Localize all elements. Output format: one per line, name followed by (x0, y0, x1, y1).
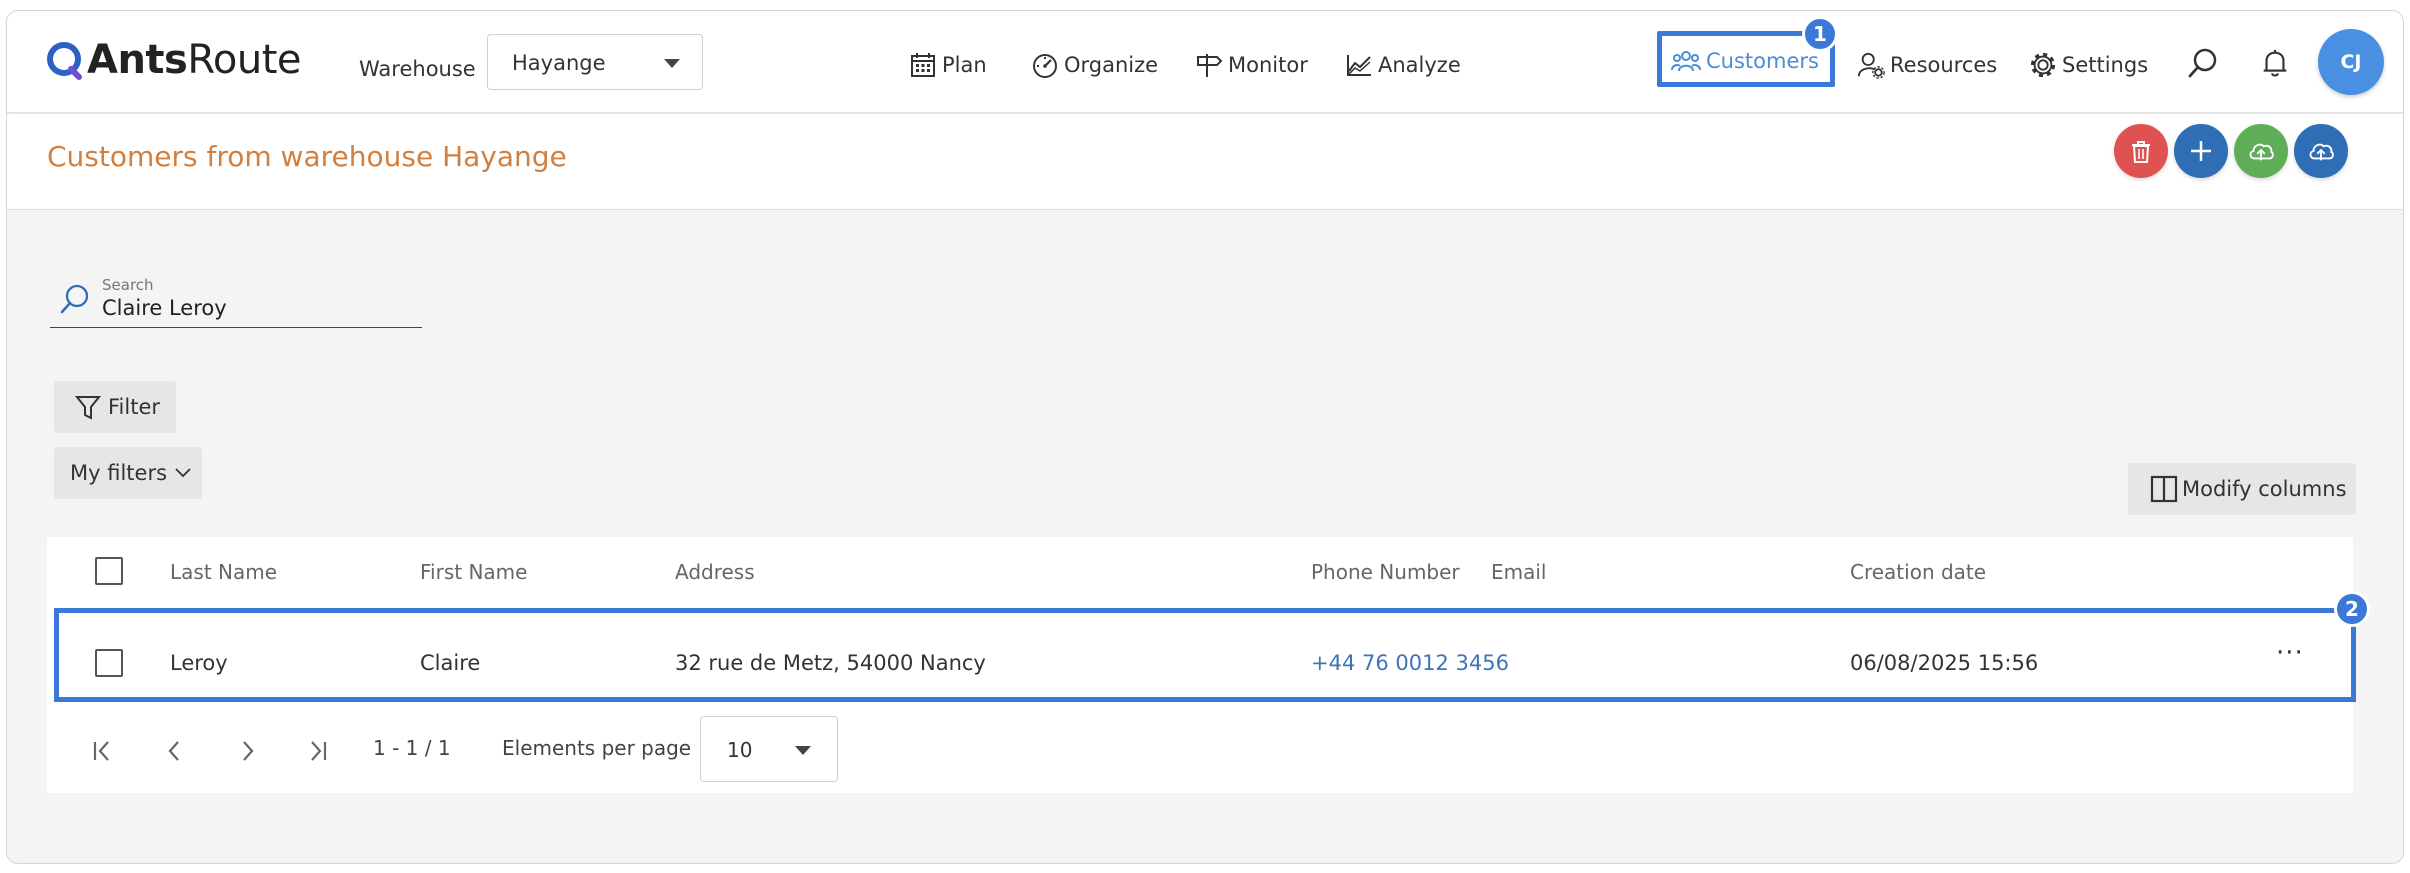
previous-page-icon[interactable] (160, 736, 190, 766)
cell-last-name: Leroy (170, 651, 228, 675)
antsroute-logo[interactable]: AntsRoute (43, 35, 301, 85)
nav-monitor-label: Monitor (1228, 53, 1308, 77)
column-header-email[interactable]: Email (1491, 560, 1547, 584)
cell-address: 32 rue de Metz, 54000 Nancy (675, 651, 986, 675)
cloud-upload-icon (2249, 143, 2274, 161)
elements-per-page-label: Elements per page (502, 736, 692, 760)
nav-analyze[interactable]: Analyze (1345, 51, 1461, 79)
nav-monitor[interactable]: Monitor (1195, 51, 1308, 79)
logo-text: AntsRoute (87, 37, 301, 83)
nav-plan-label: Plan (942, 53, 987, 77)
trash-icon (2132, 141, 2150, 163)
warehouse-select[interactable]: Hayange (487, 34, 703, 90)
cell-creation-date: 06/08/2025 15:56 (1850, 651, 2039, 675)
columns-icon (2150, 475, 2178, 503)
nav-customers-label: Customers (1706, 49, 1819, 73)
last-page-icon[interactable] (302, 736, 332, 766)
nav-resources-label: Resources (1890, 53, 1998, 77)
add-customer-button[interactable] (2174, 124, 2228, 178)
top-navigation-bar: AntsRoute Warehouse Hayange Plan Organiz… (7, 11, 2403, 113)
search-icon (2188, 48, 2217, 78)
warehouse-select-value: Hayange (512, 51, 606, 75)
cell-phone-number[interactable]: +44 76 0012 3456 (1311, 651, 1509, 675)
chevron-down-icon (175, 468, 191, 478)
plus-icon (2191, 141, 2211, 161)
my-filters-dropdown[interactable]: My filters (54, 447, 202, 499)
search-label: Search (102, 276, 154, 294)
search-input[interactable]: Claire Leroy (102, 296, 227, 320)
search-icon (60, 284, 89, 314)
elements-per-page-select[interactable]: 10 (700, 716, 838, 782)
filter-button[interactable]: Filter (54, 381, 176, 433)
first-page-icon[interactable] (88, 736, 118, 766)
column-header-creation-date[interactable]: Creation date (1850, 560, 1986, 584)
modify-columns-button[interactable]: Modify columns (2128, 463, 2356, 515)
delete-button[interactable] (2114, 124, 2168, 178)
annotation-marker-2: 2 (2334, 591, 2370, 627)
chevron-down-icon (795, 746, 811, 755)
nav-plan[interactable]: Plan (909, 51, 987, 79)
calendar-icon (911, 53, 935, 77)
pagination-range: 1 - 1 / 1 (373, 736, 451, 760)
warehouse-label: Warehouse (359, 57, 476, 81)
area-chart-icon (1347, 55, 1371, 76)
chevron-down-icon (664, 59, 680, 68)
notifications-button[interactable] (2255, 43, 2295, 83)
elements-per-page-value: 10 (727, 738, 753, 762)
row-menu-button[interactable]: ··· (2276, 638, 2304, 668)
column-header-first-name[interactable]: First Name (420, 560, 527, 584)
funnel-icon (74, 396, 102, 420)
page-title: Customers from warehouse Hayange (47, 140, 567, 173)
filter-button-label: Filter (108, 395, 161, 419)
cloud-upload-icon (2309, 143, 2334, 161)
signpost-icon (1197, 54, 1223, 77)
my-filters-label: My filters (70, 461, 168, 485)
next-page-icon[interactable] (232, 736, 262, 766)
nav-organize-label: Organize (1064, 53, 1159, 77)
antsroute-logo-icon (47, 42, 82, 80)
bell-icon (2263, 49, 2287, 77)
user-avatar[interactable]: CJ (2318, 29, 2384, 95)
column-header-address[interactable]: Address (675, 560, 755, 584)
export-button[interactable] (2294, 124, 2348, 178)
select-all-checkbox[interactable] (95, 557, 123, 585)
speedometer-icon (1033, 54, 1057, 78)
users-group-icon (1671, 51, 1701, 72)
gear-icon (2030, 52, 2056, 78)
nav-analyze-label: Analyze (1378, 53, 1461, 77)
row-checkbox[interactable] (95, 649, 123, 677)
search-button[interactable] (2183, 43, 2223, 83)
nav-settings[interactable]: Settings (2029, 51, 2148, 79)
column-header-last-name[interactable]: Last Name (170, 560, 277, 584)
nav-resources[interactable]: Resources (1857, 51, 1997, 79)
annotation-marker-1: 1 (1802, 16, 1838, 52)
search-field[interactable]: Search Claire Leroy (50, 272, 422, 328)
column-header-phone-number[interactable]: Phone Number (1311, 560, 1460, 584)
modify-columns-label: Modify columns (2182, 477, 2347, 501)
nav-settings-label: Settings (2062, 53, 2149, 77)
user-gear-icon (1857, 52, 1885, 79)
cell-first-name: Claire (420, 651, 481, 675)
import-button[interactable] (2234, 124, 2288, 178)
nav-organize[interactable]: Organize (1031, 51, 1158, 79)
